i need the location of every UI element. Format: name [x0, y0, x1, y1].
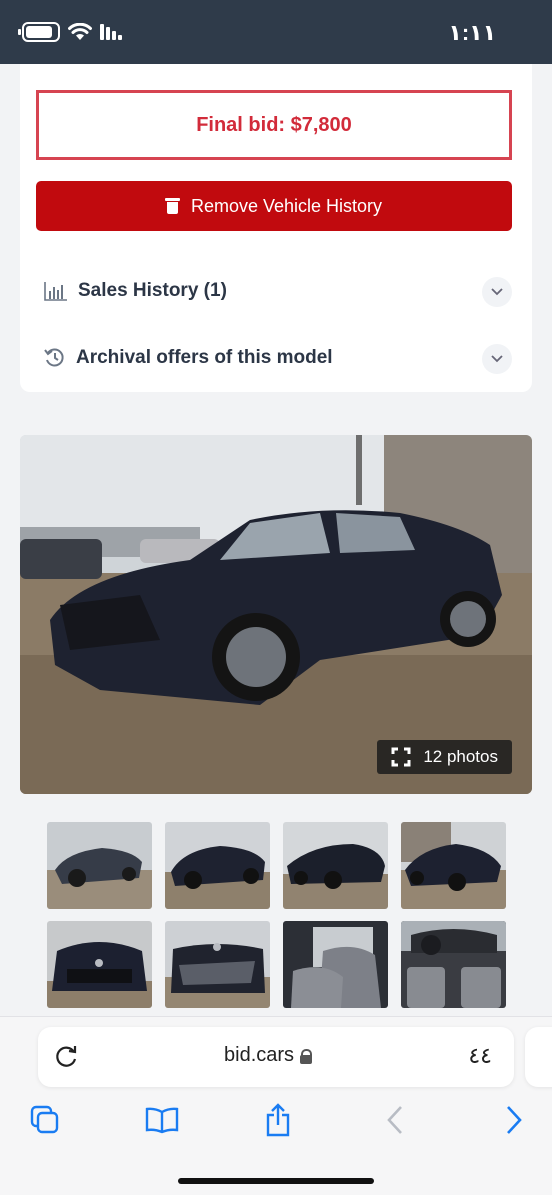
- thumbnail[interactable]: [401, 822, 506, 909]
- thumbnail[interactable]: [165, 822, 270, 909]
- chevron-down-icon[interactable]: [482, 344, 512, 374]
- archival-offers-accordion[interactable]: Archival offers of this model: [44, 338, 512, 378]
- chevron-down-icon[interactable]: [482, 277, 512, 307]
- thumbnail[interactable]: [401, 921, 506, 1008]
- thumbnail-image: [165, 921, 270, 1008]
- tabs-icon[interactable]: [27, 1102, 63, 1138]
- thumbnail[interactable]: [165, 921, 270, 1008]
- status-bar: ١:١١: [0, 0, 552, 64]
- photos-count-label: 12 photos: [423, 747, 498, 766]
- sales-history-label: Sales History (1): [78, 280, 227, 301]
- thumbnail[interactable]: [47, 822, 152, 909]
- auction-card: Final bid: $7,800 Remove Vehicle History…: [20, 64, 532, 392]
- history-icon: [44, 348, 64, 367]
- trash-icon: [164, 198, 180, 214]
- wifi-icon: [68, 23, 92, 40]
- status-time: ١:١١: [448, 20, 496, 45]
- back-icon[interactable]: [377, 1102, 413, 1138]
- chart-icon: [44, 282, 67, 301]
- sales-history-accordion[interactable]: Sales History (1): [44, 271, 512, 311]
- main-vehicle-photo[interactable]: 12 photos: [20, 435, 532, 794]
- address-bar[interactable]: bid.cars ٤٤: [38, 1027, 514, 1087]
- text-size-button[interactable]: ٤٤: [468, 1043, 492, 1069]
- bookmarks-icon[interactable]: [144, 1102, 180, 1138]
- thumbnail-image: [47, 822, 152, 909]
- thumbnail-image: [47, 921, 152, 1008]
- photos-count-badge[interactable]: 12 photos: [377, 740, 512, 774]
- final-bid-box: Final bid: $7,800: [36, 90, 512, 160]
- final-bid-label: Final bid: $7,800: [196, 113, 352, 136]
- share-icon[interactable]: [260, 1102, 296, 1138]
- remove-button-label: Remove Vehicle History: [190, 195, 383, 216]
- thumbnail-image: [401, 822, 506, 909]
- next-tab-preview[interactable]: [525, 1027, 552, 1087]
- remove-vehicle-history-button[interactable]: Remove Vehicle History: [36, 181, 512, 231]
- expand-icon: [391, 747, 411, 767]
- thumbnail-image: [401, 921, 506, 1008]
- thumbnail-image: [283, 822, 388, 909]
- lock-icon: [300, 1048, 313, 1064]
- browser-toolbar: [0, 1102, 552, 1142]
- home-indicator[interactable]: [178, 1178, 374, 1184]
- archival-offers-label: Archival offers of this model: [76, 347, 333, 368]
- thumbnail-image: [165, 822, 270, 909]
- forward-icon[interactable]: [496, 1102, 532, 1138]
- signal-icon: [100, 24, 122, 40]
- thumbnail-image: [283, 921, 388, 1008]
- battery-icon: [18, 22, 60, 42]
- reload-icon[interactable]: [54, 1043, 80, 1069]
- thumbnail[interactable]: [283, 921, 388, 1008]
- domain-display: bid.cars: [224, 1044, 313, 1067]
- thumbnail[interactable]: [47, 921, 152, 1008]
- domain-text: bid.cars: [224, 1044, 295, 1066]
- thumbnail[interactable]: [283, 822, 388, 909]
